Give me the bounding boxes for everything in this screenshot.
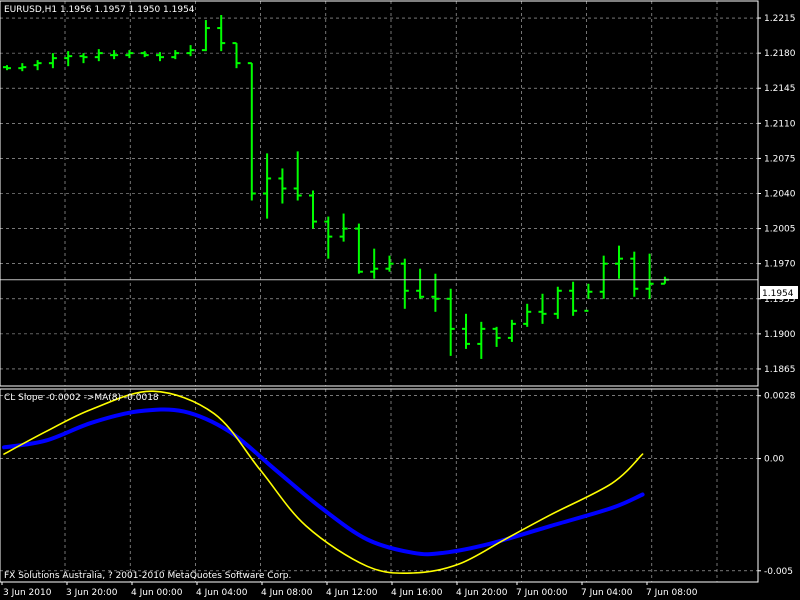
time-tick-label: 3 Jun 2010: [3, 588, 52, 598]
price-tick-label: 1.2075: [764, 154, 796, 164]
time-tick-label: 3 Jun 20:00: [66, 588, 118, 598]
price-tick-label: 1.1865: [764, 365, 796, 375]
indicator-tick-label: -0.005: [764, 567, 793, 577]
price-tick-label: 1.2215: [764, 14, 796, 24]
indicator-title: CL Slope -0.0002 ->MA(8) -0.0018: [4, 393, 159, 403]
current-price-label: 1.1954: [762, 289, 794, 299]
time-tick-label: 7 Jun 00:00: [516, 588, 568, 598]
symbol-header: EURUSD,H1 1.1956 1.1957 1.1950 1.1954: [4, 5, 195, 15]
time-tick-label: 4 Jun 08:00: [261, 588, 313, 598]
time-tick-label: 4 Jun 16:00: [391, 588, 443, 598]
price-tick-label: 1.2180: [764, 49, 796, 59]
time-tick-label: 4 Jun 20:00: [456, 588, 508, 598]
time-tick-label: 4 Jun 12:00: [326, 588, 378, 598]
price-tick-label: 1.2145: [764, 84, 796, 94]
time-tick-label: 4 Jun 00:00: [131, 588, 183, 598]
time-tick-label: 4 Jun 04:00: [196, 588, 248, 598]
price-tick-label: 1.1970: [764, 260, 796, 270]
time-tick-label: 7 Jun 04:00: [581, 588, 633, 598]
current-price-tag: 1.1954: [760, 286, 798, 299]
time-tick-label: 7 Jun 08:00: [646, 588, 698, 598]
copyright-text: FX Solutions Australia, ? 2001-2010 Meta…: [4, 571, 291, 581]
price-tick-label: 1.2110: [764, 119, 796, 129]
chart-background: [0, 0, 800, 600]
mt4-chart[interactable]: 1.2215 1.2180 1.2145 1.2110 1.2075 1.2040 1.20…: [0, 0, 800, 600]
price-tick-label: 1.2005: [764, 225, 796, 235]
indicator-tick-label: 0.0028: [764, 392, 796, 402]
price-tick-label: 1.1900: [764, 330, 796, 340]
indicator-tick-label: 0.00: [764, 455, 784, 465]
price-tick-label: 1.2040: [764, 190, 796, 200]
